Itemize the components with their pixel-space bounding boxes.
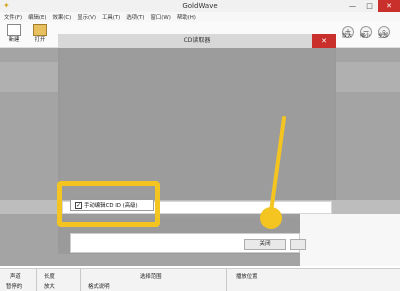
status-selection: 选择范围: [140, 274, 162, 280]
status-paused: 暂停的: [6, 284, 23, 290]
status-bar: 声道 长度 选择范围 播放位置 暂停的 放大 格式说明: [0, 268, 400, 291]
status-format: 格式说明: [88, 284, 110, 290]
status-channel: 声道: [10, 274, 21, 280]
status-divider: [36, 268, 37, 291]
status-zoom: 放大: [44, 284, 55, 290]
status-length: 长度: [44, 274, 55, 280]
status-play-position: 播放位置: [236, 274, 258, 280]
status-divider: [80, 268, 81, 291]
pointer-dot: [260, 207, 282, 229]
pointer-line: [269, 116, 286, 214]
status-divider: [226, 268, 227, 291]
pointer-annotation: [269, 116, 286, 214]
